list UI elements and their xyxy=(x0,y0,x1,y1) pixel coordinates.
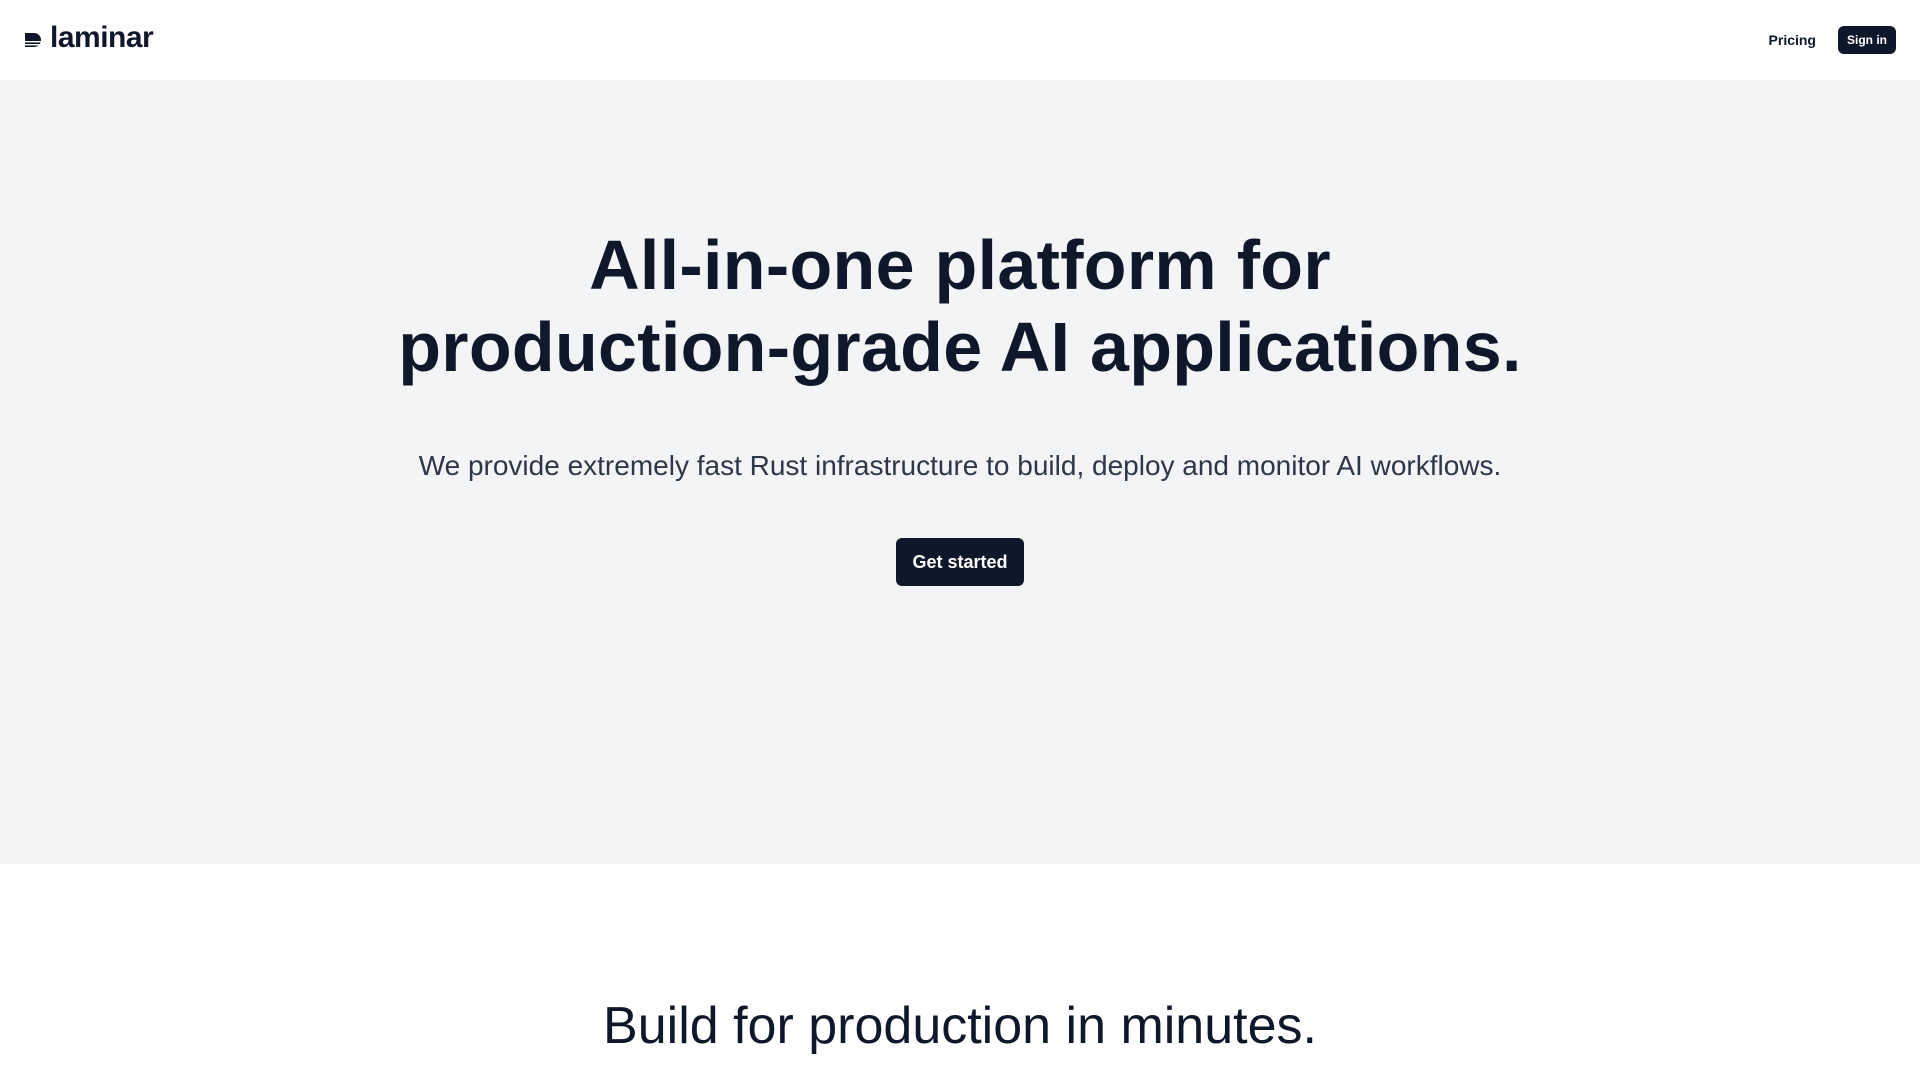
logo-wordmark: laminar xyxy=(50,21,154,54)
header-nav: Pricing Sign in xyxy=(1769,26,1896,54)
laminar-logo-link[interactable]: laminar xyxy=(24,21,154,55)
hero-title-line-2: production-grade AI applications. xyxy=(398,308,1522,386)
features-section: Build for production in minutes. xyxy=(0,864,1920,1080)
hero-title-line-1: All-in-one platform for xyxy=(589,226,1331,304)
top-navigation: laminar Pricing Sign in xyxy=(0,0,1920,80)
sign-in-button[interactable]: Sign in xyxy=(1838,26,1896,54)
hero-subtitle: We provide extremely fast Rust infrastru… xyxy=(418,450,1502,481)
get-started-button[interactable]: Get started xyxy=(896,538,1024,586)
hero-section: All-in-one platform for production-grade… xyxy=(0,80,1920,864)
nav-pricing-link[interactable]: Pricing xyxy=(1769,32,1816,48)
laminar-logo-mark-icon xyxy=(24,33,44,47)
hero-title: All-in-one platform for production-grade… xyxy=(0,224,1920,388)
section-title: Build for production in minutes. xyxy=(603,997,1317,1055)
